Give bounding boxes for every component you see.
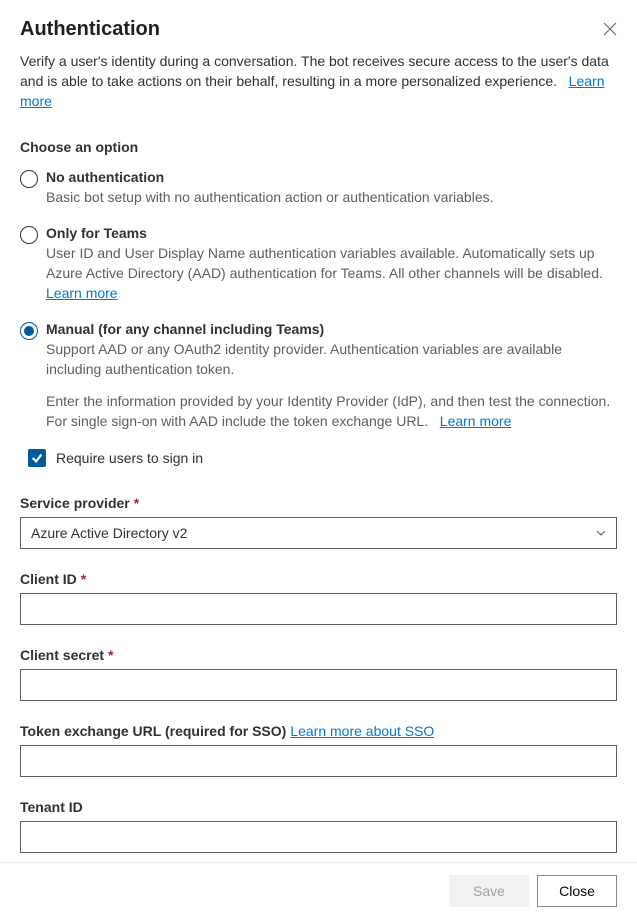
select-value[interactable]: Azure Active Directory v2 [20, 517, 617, 549]
client-secret-input[interactable] [20, 669, 617, 701]
required-asterisk: * [81, 571, 86, 587]
choose-option-label: Choose an option [20, 139, 617, 155]
teams-learn-more-link[interactable]: Learn more [46, 285, 118, 301]
radio-circle-icon[interactable] [20, 170, 38, 188]
require-signin-checkbox-row[interactable]: Require users to sign in [28, 449, 617, 467]
field-token-exchange: Token exchange URL (required for SSO) Le… [20, 723, 617, 777]
manual-learn-more-link[interactable]: Learn more [440, 413, 512, 429]
field-client-secret: Client secret * [20, 647, 617, 701]
radio-title: Manual (for any channel including Teams) [46, 321, 617, 337]
radio-option-no-auth[interactable]: No authentication Basic bot setup with n… [20, 169, 617, 207]
radio-circle-icon[interactable] [20, 322, 38, 340]
tenant-id-input[interactable] [20, 821, 617, 853]
radio-extra-info: Enter the information provided by your I… [46, 391, 617, 431]
page-title: Authentication [20, 18, 160, 41]
field-label: Tenant ID [20, 799, 617, 815]
field-label: Token exchange URL (required for SSO) Le… [20, 723, 617, 739]
radio-body: Manual (for any channel including Teams)… [46, 321, 617, 431]
panel-header: Authentication [20, 18, 617, 41]
checkbox-checked-icon[interactable] [28, 449, 46, 467]
field-label: Client ID * [20, 571, 617, 587]
radio-circle-icon[interactable] [20, 226, 38, 244]
save-button[interactable]: Save [449, 875, 529, 907]
radio-title: No authentication [46, 169, 617, 185]
field-tenant-id: Tenant ID [20, 799, 617, 853]
required-asterisk: * [108, 647, 113, 663]
field-client-id: Client ID * [20, 571, 617, 625]
require-signin-label: Require users to sign in [56, 450, 203, 466]
close-icon[interactable] [603, 22, 617, 36]
field-service-provider: Service provider * Azure Active Director… [20, 495, 617, 549]
client-id-input[interactable] [20, 593, 617, 625]
panel-footer: Save Close [0, 862, 637, 918]
radio-body: No authentication Basic bot setup with n… [46, 169, 617, 207]
field-label: Service provider * [20, 495, 617, 511]
authentication-panel: Authentication Verify a user's identity … [0, 0, 637, 862]
radio-option-teams[interactable]: Only for Teams User ID and User Display … [20, 225, 617, 303]
radio-option-manual[interactable]: Manual (for any channel including Teams)… [20, 321, 617, 431]
radio-description: Support AAD or any OAuth2 identity provi… [46, 339, 617, 379]
sso-learn-more-link[interactable]: Learn more about SSO [290, 723, 434, 739]
description-text: Verify a user's identity during a conver… [20, 53, 609, 89]
required-asterisk: * [134, 495, 139, 511]
radio-title: Only for Teams [46, 225, 617, 241]
field-label: Client secret * [20, 647, 617, 663]
radio-body: Only for Teams User ID and User Display … [46, 225, 617, 303]
panel-description: Verify a user's identity during a conver… [20, 51, 617, 111]
radio-description: User ID and User Display Name authentica… [46, 243, 617, 303]
service-provider-select[interactable]: Azure Active Directory v2 [20, 517, 617, 549]
token-exchange-input[interactable] [20, 745, 617, 777]
close-button[interactable]: Close [537, 875, 617, 907]
radio-description: Basic bot setup with no authentication a… [46, 187, 617, 207]
